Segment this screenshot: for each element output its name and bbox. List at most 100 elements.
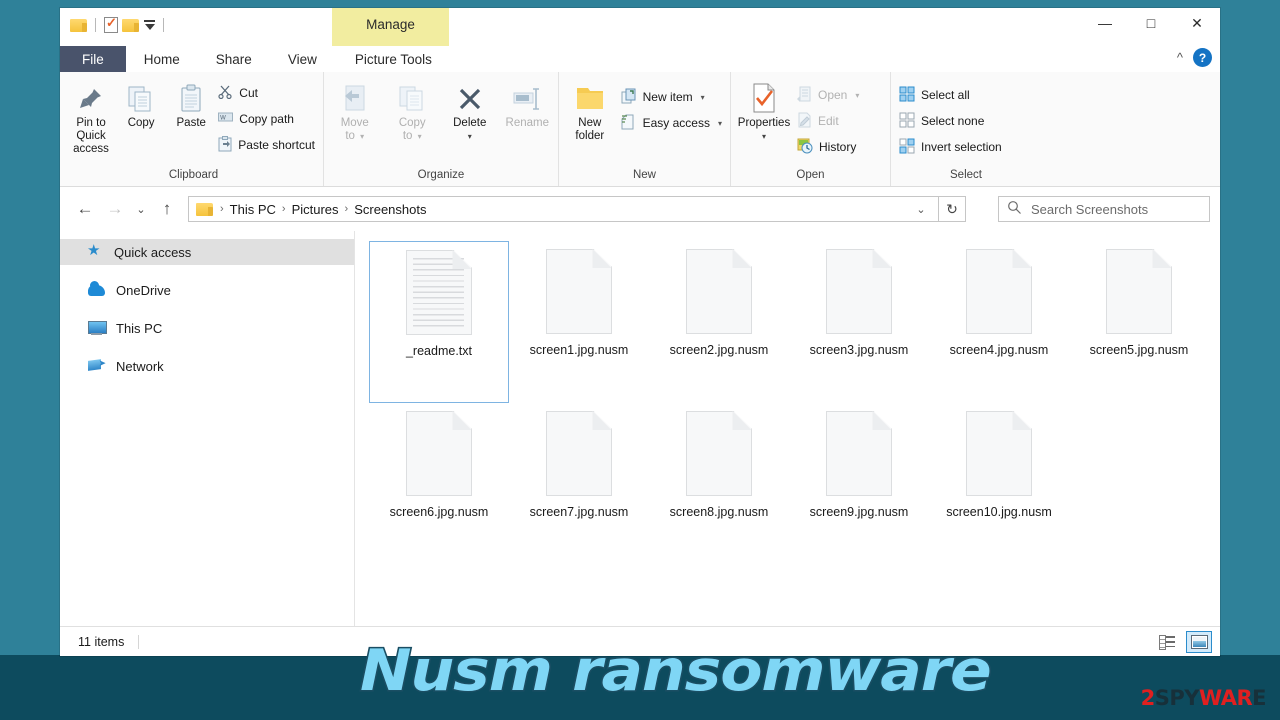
refresh-button[interactable]: ↻ [939, 196, 966, 222]
recent-locations-button[interactable]: ⌄ [130, 194, 152, 224]
file-item-screen10[interactable]: screen10.jpg.nusm [929, 403, 1069, 565]
new-folder-button[interactable]: New folder [561, 79, 619, 143]
breadcrumb-this-pc[interactable]: This PC [226, 202, 280, 217]
sidebar-item-label: Network [116, 358, 164, 374]
breadcrumb-screenshots[interactable]: Screenshots [350, 202, 430, 217]
properties-label: Properties [737, 117, 791, 129]
brand-part-2: SPY [1154, 686, 1200, 710]
tab-home[interactable]: Home [125, 46, 198, 72]
breadcrumb-pictures[interactable]: Pictures [288, 202, 343, 217]
properties-icon[interactable] [104, 15, 118, 33]
file-item-readme[interactable]: _readme.txt [369, 241, 509, 403]
rename-label: Rename [505, 117, 549, 129]
customize-dropdown-icon[interactable] [143, 20, 155, 30]
large-icons-view-icon [1190, 634, 1208, 649]
quick-access-toolbar [60, 8, 168, 33]
clipboard-small-buttons: Cut W Copy path Paste shortcut [216, 79, 321, 157]
paste-shortcut-button[interactable]: Paste shortcut [216, 133, 321, 157]
file-item-screen3[interactable]: screen3.jpg.nusm [789, 241, 929, 403]
file-list-area[interactable]: _readme.txt screen1.jpg.nusm screen2.jpg… [355, 231, 1220, 626]
move-to-button[interactable]: Move to ▾ [326, 79, 384, 143]
select-none-button[interactable]: Select none [897, 109, 1008, 133]
file-item-screen4[interactable]: screen4.jpg.nusm [929, 241, 1069, 403]
file-item-screen1[interactable]: screen1.jpg.nusm [509, 241, 649, 403]
new-item-caret-icon[interactable]: ▾ [701, 93, 705, 102]
new-folder-icon[interactable] [122, 18, 139, 32]
breadcrumb-separator-1: › [281, 203, 286, 215]
search-input[interactable]: Search Screenshots [1031, 202, 1148, 217]
paste-label: Paste [176, 117, 206, 129]
sidebar-item-label: OneDrive [116, 282, 171, 298]
close-button[interactable]: ✕ [1174, 8, 1220, 38]
search-box[interactable]: Search Screenshots [998, 196, 1210, 222]
back-button[interactable]: ← [70, 194, 100, 224]
details-view-button[interactable] [1154, 631, 1180, 653]
copy-button[interactable]: Copy [116, 79, 166, 130]
status-divider [138, 634, 140, 649]
open-button[interactable]: Open ▾ [795, 83, 865, 107]
new-item-button[interactable]: New item ▾ [619, 85, 728, 109]
file-name: screen10.jpg.nusm [946, 505, 1052, 519]
open-caret-icon[interactable]: ▾ [855, 91, 859, 100]
file-name: screen8.jpg.nusm [669, 505, 769, 519]
cloud-icon [88, 280, 105, 296]
sidebar-item-this-pc[interactable]: This PC [60, 315, 354, 341]
navigation-pane: Quick access OneDrive This PC Network [60, 231, 355, 626]
properties-button[interactable]: Properties ▾ [733, 79, 795, 143]
select-all-button[interactable]: Select all [897, 83, 1008, 107]
history-icon [797, 138, 813, 157]
rename-button[interactable]: Rename [499, 79, 557, 130]
properties-caret-icon[interactable]: ▾ [762, 130, 766, 143]
pin-to-quick-access-button[interactable]: Pin to Quick access [66, 79, 116, 156]
easy-access-icon [621, 114, 637, 133]
history-button[interactable]: History [795, 135, 865, 159]
file-item-screen5[interactable]: screen5.jpg.nusm [1069, 241, 1209, 403]
paste-button[interactable]: Paste [166, 79, 216, 130]
tab-file[interactable]: File [60, 46, 126, 72]
pin-to-quick-access-label-1: Pin to Quick [76, 117, 106, 142]
address-dropdown-icon[interactable]: ⌄ [908, 203, 934, 216]
up-button[interactable]: ↑ [152, 194, 182, 224]
ribbon-help-area: ^ ? [1177, 48, 1212, 67]
copy-to-button[interactable]: Copy to ▾ [384, 79, 442, 143]
address-bar[interactable]: › This PC › Pictures › Screenshots ⌄ [188, 196, 939, 222]
open-label: Open [818, 88, 848, 102]
cut-button[interactable]: Cut [216, 81, 321, 105]
encrypted-file-icon [546, 411, 612, 496]
easy-access-caret-icon[interactable]: ▾ [718, 119, 722, 128]
file-item-screen7[interactable]: screen7.jpg.nusm [509, 403, 649, 565]
tab-share[interactable]: Share [198, 46, 270, 72]
file-item-screen2[interactable]: screen2.jpg.nusm [649, 241, 789, 403]
maximize-button[interactable]: □ [1128, 8, 1174, 38]
ribbon-group-open: Properties ▾ Open ▾ Edit History Open [731, 72, 891, 186]
file-item-screen6[interactable]: screen6.jpg.nusm [369, 403, 509, 565]
delete-button[interactable]: Delete ▾ [441, 79, 499, 143]
folder-icon[interactable] [70, 18, 87, 32]
encrypted-file-icon [406, 411, 472, 496]
sidebar-item-network[interactable]: Network [60, 353, 354, 379]
encrypted-file-icon [826, 249, 892, 334]
copy-path-button[interactable]: W Copy path [216, 107, 321, 131]
sidebar-item-onedrive[interactable]: OneDrive [60, 277, 354, 303]
details-view-icon [1159, 635, 1175, 650]
forward-button[interactable]: → [100, 194, 130, 224]
delete-caret-icon[interactable]: ▾ [468, 130, 472, 143]
copy-icon [126, 81, 156, 117]
file-item-screen8[interactable]: screen8.jpg.nusm [649, 403, 789, 565]
help-icon[interactable]: ? [1193, 48, 1212, 67]
invert-selection-button[interactable]: Invert selection [897, 135, 1008, 159]
file-explorer-window: Manage — □ ✕ File Home Share View Pictur… [60, 8, 1220, 656]
tab-view[interactable]: View [270, 46, 335, 72]
new-folder-label-1: New [578, 117, 602, 129]
ribbon-group-organize: Move to ▾ Copy to ▾ Delete ▾ Rename Orga… [324, 72, 559, 186]
tab-picture-tools[interactable]: Picture Tools [335, 46, 452, 72]
select-all-label: Select all [921, 88, 970, 102]
collapse-ribbon-icon[interactable]: ^ [1177, 50, 1183, 65]
large-icons-view-button[interactable] [1186, 630, 1212, 653]
sidebar-item-quick-access[interactable]: Quick access [60, 239, 354, 265]
easy-access-button[interactable]: Easy access ▾ [619, 111, 728, 135]
edit-button[interactable]: Edit [795, 109, 865, 133]
minimize-button[interactable]: — [1082, 8, 1128, 38]
file-item-screen9[interactable]: screen9.jpg.nusm [789, 403, 929, 565]
select-none-label: Select none [921, 114, 985, 128]
